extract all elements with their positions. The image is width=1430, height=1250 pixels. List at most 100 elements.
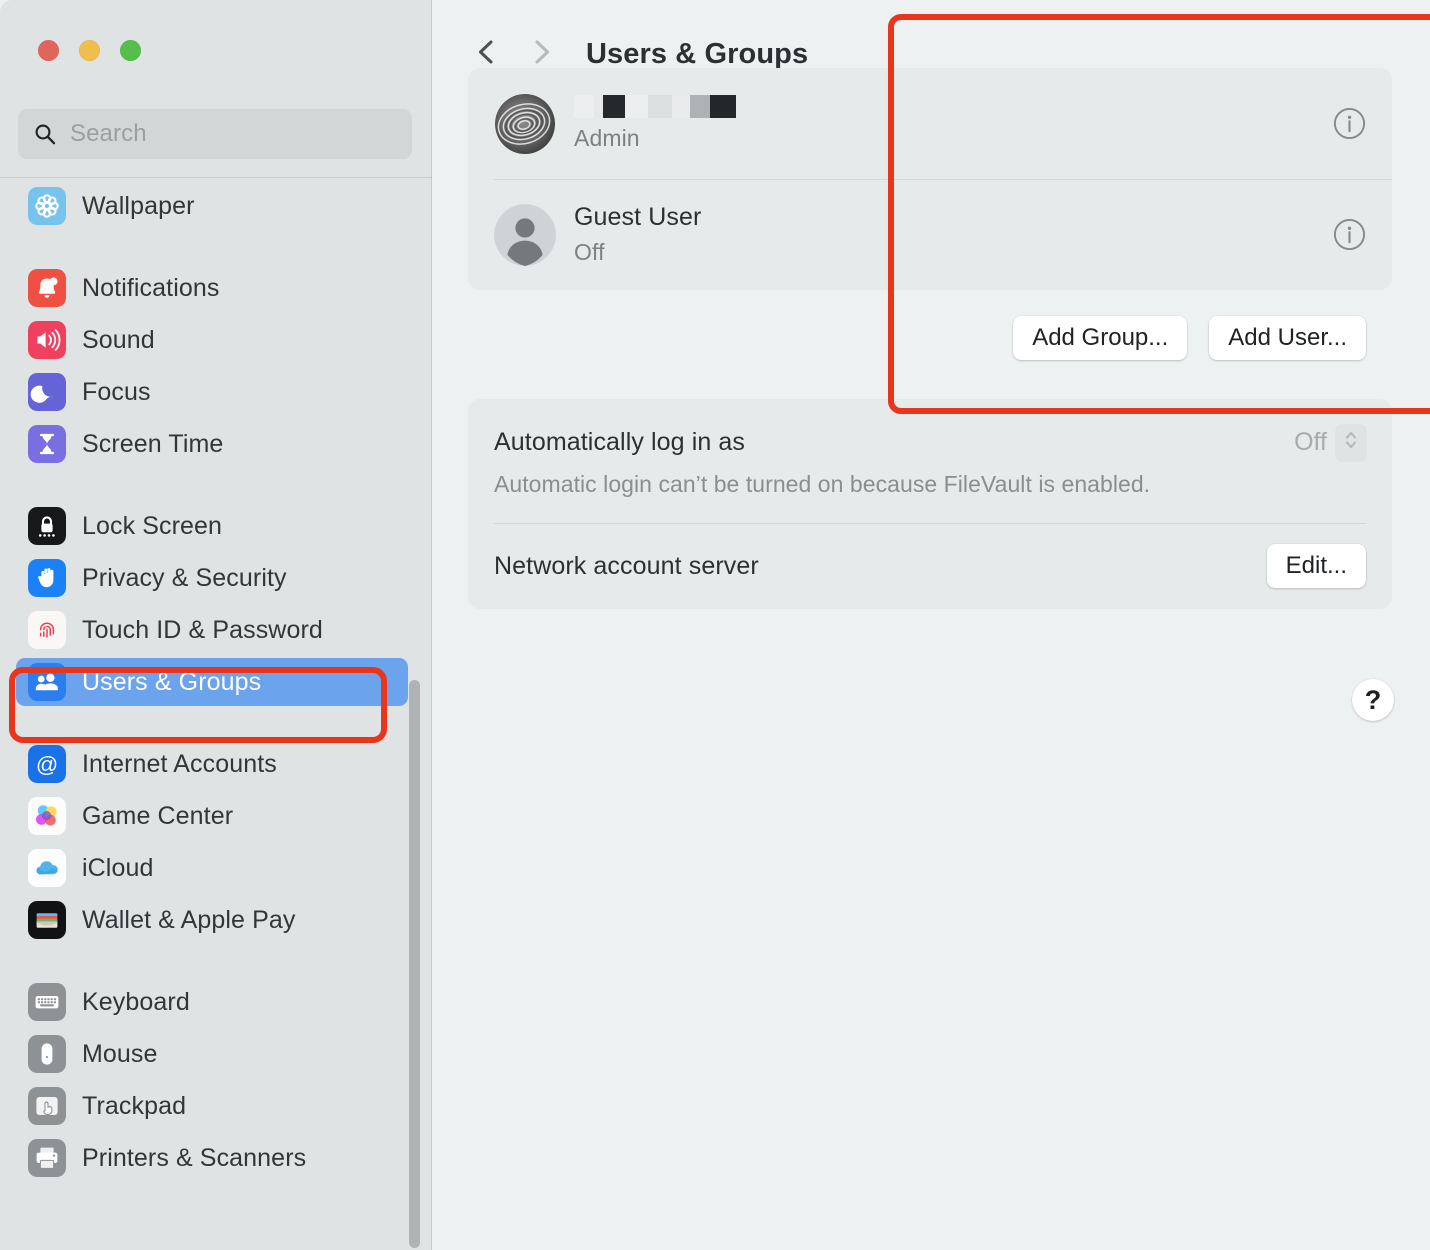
sidebar-group: Keyboard Mouse Trackpad Printers & Scann…: [0, 978, 432, 1182]
search-field[interactable]: Search: [18, 109, 412, 159]
sidebar-item-sound[interactable]: Sound: [16, 316, 408, 364]
user-status: Off: [574, 239, 605, 265]
minimize-button[interactable]: [79, 40, 100, 61]
person-avatar: [494, 203, 556, 266]
focus-icon: [28, 373, 66, 411]
add-user-button[interactable]: Add User...: [1209, 316, 1366, 360]
add-group-button[interactable]: Add Group...: [1013, 316, 1188, 360]
chevron-up-down-icon: [1343, 427, 1359, 458]
sidebar-item-label: Keyboard: [82, 987, 190, 1016]
sidebar-group: @ Internet Accounts Game Center iCloud W…: [0, 740, 432, 944]
sidebar-item-lock-screen[interactable]: Lock Screen: [16, 502, 408, 550]
info-icon[interactable]: [1333, 218, 1366, 251]
user-row-guest[interactable]: Guest User Off: [468, 179, 1392, 290]
page-title: Users & Groups: [586, 37, 809, 70]
sidebar-item-label: Users & Groups: [82, 667, 262, 696]
auto-login-label: Automatically log in as: [494, 428, 746, 456]
sidebar-item-label: Screen Time: [82, 429, 224, 458]
sidebar-group: Lock Screen Privacy & Security Touch ID …: [0, 502, 432, 706]
fingerprint-avatar: [494, 93, 556, 155]
sidebar-item-label: Notifications: [82, 273, 220, 302]
zoom-button[interactable]: [120, 40, 141, 61]
svg-text:@: @: [36, 752, 58, 777]
sidebar-item-wallpaper[interactable]: Wallpaper: [16, 182, 408, 230]
sidebar: Search Wallpaper Notifications Sound Foc…: [0, 0, 432, 1250]
user-info: Guest User Off: [574, 203, 1333, 266]
mouse-icon: [28, 1035, 66, 1073]
help-button[interactable]: ?: [1352, 679, 1394, 721]
sidebar-item-wallet[interactable]: Wallet & Apple Pay: [16, 896, 408, 944]
sidebar-item-label: Focus: [82, 377, 151, 406]
login-options-card: Automatically log in as Off Automatic lo…: [468, 399, 1392, 609]
wallpaper-icon: [28, 187, 66, 225]
chevron-left-icon: [474, 37, 500, 72]
user-name: Guest User: [574, 203, 702, 231]
sidebar-item-privacy-security[interactable]: Privacy & Security: [16, 554, 408, 602]
sidebar-item-label: Internet Accounts: [82, 749, 277, 778]
sidebar-item-label: Touch ID & Password: [82, 615, 323, 644]
network-account-server-row: Network account server Edit...: [468, 523, 1392, 609]
auto-login-control: Automatically log in as Off: [494, 424, 1366, 461]
touch-id-icon: [28, 611, 66, 649]
sidebar-item-label: Mouse: [82, 1039, 158, 1068]
search-icon: [34, 123, 56, 145]
icloud-icon: [28, 849, 66, 887]
wallet-icon: [28, 901, 66, 939]
sidebar-item-users-groups[interactable]: Users & Groups: [16, 658, 408, 706]
sidebar-item-label: Privacy & Security: [82, 563, 287, 592]
sidebar-item-label: Trackpad: [82, 1091, 187, 1120]
main-content: Users & Groups Admin Guest User Off Add …: [432, 0, 1430, 1250]
network-account-server-label: Network account server: [494, 551, 759, 580]
sidebar-item-label: Wallet & Apple Pay: [82, 905, 296, 934]
user-role: Admin: [574, 125, 640, 151]
lock-screen-icon: [28, 507, 66, 545]
sidebar-list[interactable]: Wallpaper Notifications Sound Focus Scre…: [0, 178, 432, 1250]
sidebar-item-printers-scanners[interactable]: Printers & Scanners: [16, 1134, 408, 1182]
auto-login-row: Automatically log in as Off Automatic lo…: [468, 399, 1392, 523]
sidebar-item-label: iCloud: [82, 853, 154, 882]
privacy-security-icon: [28, 559, 66, 597]
auto-login-value: Off: [1294, 428, 1327, 456]
system-settings-window: Search Wallpaper Notifications Sound Foc…: [0, 0, 1430, 1250]
chevron-right-icon: [528, 37, 554, 72]
sidebar-item-internet-accounts[interactable]: @ Internet Accounts: [16, 740, 408, 788]
internet-accounts-icon: @: [28, 745, 66, 783]
sidebar-item-label: Lock Screen: [82, 511, 223, 540]
sidebar-item-notifications[interactable]: Notifications: [16, 264, 408, 312]
auto-login-hint: Automatic login can’t be turned on becau…: [494, 470, 1151, 497]
notifications-icon: [28, 269, 66, 307]
sidebar-item-label: Printers & Scanners: [82, 1143, 307, 1172]
sidebar-item-label: Game Center: [82, 801, 234, 830]
sidebar-item-mouse[interactable]: Mouse: [16, 1030, 408, 1078]
sidebar-group: Wallpaper: [0, 182, 432, 230]
sound-icon: [28, 321, 66, 359]
screen-time-icon: [28, 425, 66, 463]
keyboard-icon: [28, 983, 66, 1021]
sidebar-item-focus[interactable]: Focus: [16, 368, 408, 416]
user-action-buttons: Add Group... Add User...: [1013, 316, 1366, 360]
sidebar-item-trackpad[interactable]: Trackpad: [16, 1082, 408, 1130]
sidebar-item-touch-id[interactable]: Touch ID & Password: [16, 606, 408, 654]
users-groups-icon: [28, 663, 66, 701]
info-icon[interactable]: [1333, 107, 1366, 140]
sidebar-scrollbar[interactable]: [409, 680, 420, 1248]
user-info: Admin: [574, 95, 1333, 152]
sidebar-item-label: Sound: [82, 325, 155, 354]
trackpad-icon: [28, 1087, 66, 1125]
sidebar-item-label: Wallpaper: [82, 191, 195, 220]
sidebar-item-keyboard[interactable]: Keyboard: [16, 978, 408, 1026]
sidebar-item-game-center[interactable]: Game Center: [16, 792, 408, 840]
sidebar-item-screen-time[interactable]: Screen Time: [16, 420, 408, 468]
sidebar-item-icloud[interactable]: iCloud: [16, 844, 408, 892]
user-row-admin[interactable]: Admin: [468, 68, 1392, 179]
printers-scanners-icon: [28, 1139, 66, 1177]
close-button[interactable]: [38, 40, 59, 61]
game-center-icon: [28, 797, 66, 835]
edit-network-server-button[interactable]: Edit...: [1266, 544, 1366, 588]
auto-login-stepper[interactable]: [1336, 424, 1366, 461]
search-placeholder: Search: [70, 120, 147, 147]
